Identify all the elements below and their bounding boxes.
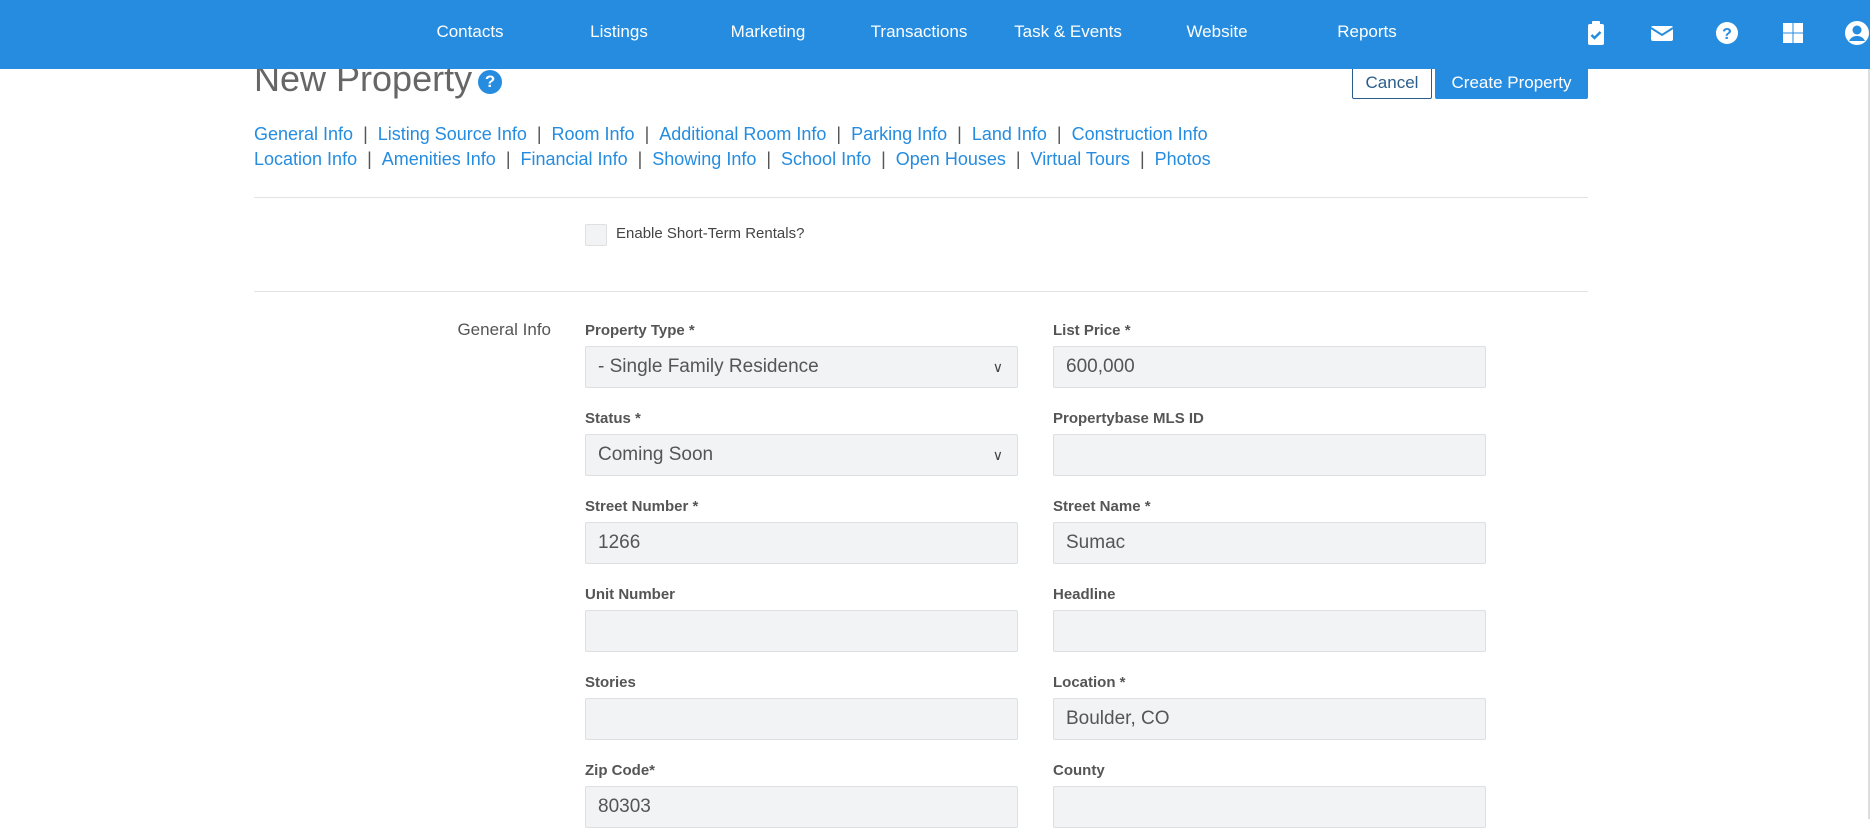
clipboard-check-icon[interactable] bbox=[1583, 20, 1609, 46]
chevron-down-icon: ∨ bbox=[992, 359, 1003, 375]
zip-code-input[interactable]: 80303 bbox=[585, 786, 1018, 828]
link-separator: | bbox=[637, 149, 643, 169]
county-input[interactable] bbox=[1053, 786, 1486, 828]
section-link-location-info[interactable]: Location Info bbox=[254, 149, 357, 169]
street-number-value: 1266 bbox=[598, 532, 641, 553]
create-property-button[interactable]: Create Property bbox=[1435, 66, 1588, 99]
cancel-button[interactable]: Cancel bbox=[1352, 66, 1432, 99]
section-link-virtual-tours[interactable]: Virtual Tours bbox=[1031, 149, 1130, 169]
stories-input[interactable] bbox=[585, 698, 1018, 740]
link-separator: | bbox=[505, 149, 511, 169]
section-link-construction-info[interactable]: Construction Info bbox=[1072, 124, 1208, 144]
link-separator: | bbox=[1139, 149, 1145, 169]
nav-transactions[interactable]: Transactions bbox=[871, 0, 968, 69]
nav-contacts[interactable]: Contacts bbox=[436, 0, 503, 69]
zip-code-label: Zip Code* bbox=[585, 762, 655, 779]
svg-text:?: ? bbox=[1722, 26, 1732, 43]
propertybase-mls-id-input[interactable] bbox=[1053, 434, 1486, 476]
chevron-down-icon: ∨ bbox=[992, 447, 1003, 463]
list-price-label: List Price * bbox=[1053, 322, 1131, 339]
location-label: Location * bbox=[1053, 674, 1126, 691]
stories-label: Stories bbox=[585, 674, 636, 691]
link-separator: | bbox=[836, 124, 842, 144]
street-number-label: Street Number * bbox=[585, 498, 699, 515]
question-circle-icon[interactable]: ? bbox=[1714, 20, 1740, 46]
county-label: County bbox=[1053, 762, 1105, 779]
street-name-value: Sumac bbox=[1066, 532, 1126, 553]
status-value: Coming Soon bbox=[598, 444, 714, 465]
link-separator: | bbox=[1056, 124, 1062, 144]
nav-task-events[interactable]: Task & Events bbox=[1014, 0, 1122, 69]
section-link-school-info[interactable]: School Info bbox=[781, 149, 871, 169]
link-separator: | bbox=[367, 149, 372, 169]
section-link-listing-source-info[interactable]: Listing Source Info bbox=[378, 124, 527, 144]
location-input[interactable]: Boulder, CO bbox=[1053, 698, 1486, 740]
grid-icon[interactable] bbox=[1780, 20, 1806, 46]
section-link-financial-info[interactable]: Financial Info bbox=[521, 149, 628, 169]
link-separator: | bbox=[1015, 149, 1021, 169]
section-link-room-info[interactable]: Room Info bbox=[552, 124, 635, 144]
section-label: General Info bbox=[457, 320, 551, 339]
section-link-general-info[interactable]: General Info bbox=[254, 124, 353, 144]
status-select[interactable]: Coming Soon ∨ bbox=[585, 434, 1018, 476]
property-type-select[interactable]: - Single Family Residence ∨ bbox=[585, 346, 1018, 388]
divider bbox=[254, 291, 1588, 292]
short-term-rentals-label: Enable Short-Term Rentals? bbox=[616, 225, 805, 242]
list-price-value: 600,000 bbox=[1066, 356, 1135, 377]
section-link-amenities-info[interactable]: Amenities Info bbox=[382, 149, 496, 169]
headline-label: Headline bbox=[1053, 586, 1116, 603]
street-number-input[interactable]: 1266 bbox=[585, 522, 1018, 564]
section-link-photos[interactable]: Photos bbox=[1155, 149, 1211, 169]
link-separator: | bbox=[363, 124, 368, 144]
help-icon[interactable]: ? bbox=[478, 70, 503, 94]
link-separator: | bbox=[766, 149, 772, 169]
divider bbox=[254, 197, 1588, 198]
nav-marketing[interactable]: Marketing bbox=[731, 0, 806, 69]
unit-number-input[interactable] bbox=[585, 610, 1018, 652]
envelope-icon[interactable] bbox=[1649, 20, 1675, 46]
short-term-rentals-checkbox[interactable] bbox=[585, 224, 607, 246]
link-separator: | bbox=[881, 149, 886, 169]
headline-input[interactable] bbox=[1053, 610, 1486, 652]
link-separator: | bbox=[536, 124, 542, 144]
property-type-label: Property Type * bbox=[585, 322, 695, 339]
status-label: Status * bbox=[585, 410, 641, 427]
user-circle-icon[interactable] bbox=[1844, 20, 1870, 46]
section-link-parking-info[interactable]: Parking Info bbox=[851, 124, 947, 144]
unit-number-label: Unit Number bbox=[585, 586, 675, 603]
nav-website[interactable]: Website bbox=[1186, 0, 1247, 69]
section-link-showing-info[interactable]: Showing Info bbox=[652, 149, 756, 169]
link-separator: | bbox=[644, 124, 650, 144]
section-link-open-houses[interactable]: Open Houses bbox=[896, 149, 1006, 169]
section-links-row-2: Location Info | Amenities Info | Financial I… bbox=[254, 149, 1211, 170]
section-link-land-info[interactable]: Land Info bbox=[972, 124, 1047, 144]
street-name-input[interactable]: Sumac bbox=[1053, 522, 1486, 564]
list-price-input[interactable]: 600,000 bbox=[1053, 346, 1486, 388]
property-type-value: - Single Family Residence bbox=[598, 356, 819, 377]
location-value: Boulder, CO bbox=[1066, 708, 1170, 729]
nav-reports[interactable]: Reports bbox=[1337, 0, 1397, 69]
propertybase-mls-id-label: Propertybase MLS ID bbox=[1053, 410, 1204, 427]
street-name-label: Street Name * bbox=[1053, 498, 1151, 515]
nav-listings[interactable]: Listings bbox=[590, 0, 648, 69]
section-links-row-1: General Info | Listing Source Info | Room In… bbox=[254, 124, 1208, 145]
zip-code-value: 80303 bbox=[598, 796, 651, 817]
top-nav: Contacts Listings Marketing Transactions Tas… bbox=[0, 0, 1870, 69]
section-link-additional-room-info[interactable]: Additional Room Info bbox=[659, 124, 826, 144]
link-separator: | bbox=[957, 124, 962, 144]
